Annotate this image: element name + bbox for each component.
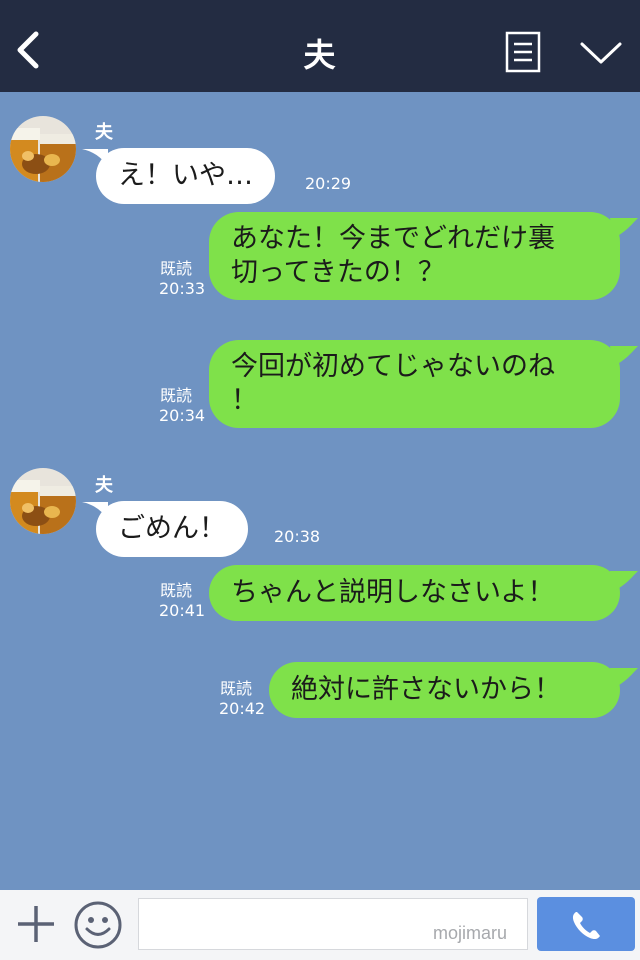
message-bubble-incoming[interactable]: え！いや… [96, 148, 275, 204]
message-bubble-outgoing[interactable]: 絶対に許さないから！ [269, 662, 620, 718]
message-time: 20:38 [274, 527, 321, 546]
message-text-line: 切ってきたの！？ [231, 257, 445, 288]
read-receipt: 既読 [160, 581, 193, 600]
message-bubble-outgoing[interactable]: あなた！今までどれだけ裏 切ってきたの！？ [209, 212, 620, 300]
message-text-line: ！ [231, 385, 258, 416]
chat-area[interactable]: 夫 え！いや… 20:29 既読 20:33 あなた！今までどれだけ裏 切ってき… [0, 92, 640, 890]
message-time: 20:41 [159, 601, 206, 620]
call-button[interactable] [537, 897, 635, 951]
avatar[interactable] [10, 468, 76, 534]
message-bubble-incoming[interactable]: ごめん！ [96, 501, 248, 557]
chevron-down-icon [580, 42, 622, 64]
sender-name: 夫 [95, 122, 113, 143]
bubble-tail [610, 218, 638, 238]
watermark: mojimaru [433, 923, 508, 943]
bubble-tail [610, 571, 638, 591]
read-receipt: 既読 [160, 259, 193, 278]
beer-avatar-icon [10, 116, 76, 182]
bubble-tail [610, 346, 638, 366]
smiley-icon [74, 901, 122, 949]
emoji-button[interactable] [73, 900, 123, 950]
attach-button[interactable] [14, 902, 58, 946]
notes-button[interactable] [504, 30, 544, 74]
message-text-line: あなた！今までどれだけ裏 [231, 223, 555, 254]
message-time: 20:29 [305, 174, 352, 193]
message-text-line: 今回が初めてじゃないのね [231, 351, 555, 382]
chat-header: 夫 [0, 0, 640, 92]
bubble-tail [610, 668, 638, 688]
message-text: え！いや… [118, 160, 253, 191]
message-text: ごめん！ [118, 513, 226, 544]
read-receipt: 既読 [220, 679, 253, 698]
chat-title: 夫 [303, 36, 337, 74]
message-bubble-outgoing[interactable]: 今回が初めてじゃないのね ！ [209, 340, 620, 428]
avatar[interactable] [10, 116, 76, 182]
message-text: ちゃんと説明しなさいよ！ [231, 577, 555, 608]
beer-avatar-icon [10, 468, 76, 534]
message-bubble-outgoing[interactable]: ちゃんと説明しなさいよ！ [209, 565, 620, 621]
message-text: 絶対に許さないから！ [291, 674, 561, 705]
collapse-button[interactable] [578, 38, 624, 68]
read-receipt: 既読 [160, 386, 193, 405]
message-time: 20:42 [219, 699, 266, 718]
phone-icon [572, 912, 600, 940]
sender-name: 夫 [95, 475, 113, 496]
message-time: 20:34 [159, 406, 206, 425]
notes-icon [505, 31, 541, 73]
plus-icon [18, 906, 54, 942]
message-time: 20:33 [159, 279, 206, 298]
